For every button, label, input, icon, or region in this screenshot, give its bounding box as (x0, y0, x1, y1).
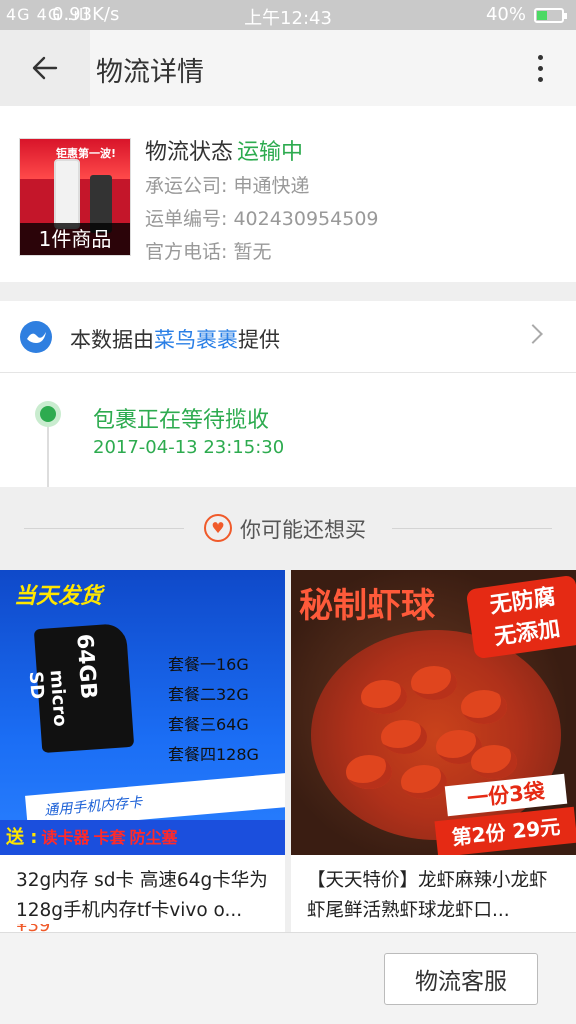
data-provider-row[interactable]: 本数据由菜鸟裹裹提供 (0, 301, 576, 373)
tracking-number-row: 运单编号: 402430954509 (145, 208, 379, 230)
more-vertical-icon (537, 54, 543, 60)
bottom-bar: 物流客服 (0, 932, 576, 1024)
title-bar: 物流详情 (0, 30, 576, 106)
divider (24, 528, 184, 529)
official-phone-row: 官方电话: 暂无 (145, 241, 272, 263)
status-value: 运输中 (237, 140, 304, 165)
item-count-badge: 1件商品 (20, 223, 130, 255)
status-row: 物流状态 运输中 (145, 134, 379, 170)
timeline-dot-icon (35, 401, 61, 427)
divider (392, 528, 552, 529)
timeline-line (47, 419, 49, 487)
back-button[interactable] (0, 30, 90, 106)
battery-icon (534, 8, 567, 23)
recommend-header: ♥ 你可能还想买 (0, 500, 576, 556)
package-info: 物流状态 运输中 承运公司: 申通快递 运单编号: 402430954509 官方… (145, 134, 379, 269)
product-image[interactable]: 当天发货 64GB micro SD 套餐一16G 套餐二32G 套餐三64G … (0, 570, 285, 855)
chevron-right-icon (523, 324, 543, 344)
package-card: 钜惠第一波! 1件商品 物流状态 运输中 承运公司: 申通快递 运单编号: 402… (0, 106, 576, 282)
product-card[interactable]: 当天发货 64GB micro SD 套餐一16G 套餐二32G 套餐三64G … (0, 570, 285, 932)
battery-level (537, 11, 548, 20)
cainiao-logo-icon (20, 321, 52, 353)
battery-percent: 40% (485, 4, 526, 25)
heart-icon: ♥ (204, 514, 232, 542)
status-bar: 4G 4G .ıll 0.93K/s 上午12:43 40% (0, 0, 576, 30)
carrier-row: 承运公司: 申通快递 (145, 175, 310, 197)
status-label: 物流状态 (145, 140, 234, 165)
product-name: 32g内存 sd卡 高速64g卡华为128g手机内存tf卡vivo o... (16, 870, 268, 921)
recommend-heading: 你可能还想买 (240, 518, 366, 542)
sd-card-graphic: 64GB micro SD (25, 622, 135, 754)
page-title: 物流详情 (96, 57, 204, 88)
product-card[interactable]: 秘制虾球 无防腐 无添加 一份3袋 第2份 29元 【天天特价】龙虾麻辣小龙虾虾… (291, 570, 576, 932)
product-image[interactable]: 秘制虾球 无防腐 无添加 一份3袋 第2份 29元 (291, 570, 576, 855)
more-button[interactable] (522, 50, 558, 86)
logistics-service-button[interactable]: 物流客服 (384, 953, 538, 1005)
cainiao-link[interactable]: 菜鸟裹裹 (154, 328, 238, 352)
spec-list: 套餐一16G 套餐二32G 套餐三64G 套餐四128G (168, 655, 259, 764)
product-thumbnail[interactable]: 钜惠第一波! 1件商品 (19, 138, 131, 256)
product-price: ¥39 (16, 924, 56, 932)
back-arrow-icon (32, 56, 58, 80)
provider-text: 本数据由菜鸟裹裹提供 (70, 328, 280, 352)
timeline-event-text: 包裹正在等待揽收 (93, 408, 270, 433)
product-name: 【天天特价】龙虾麻辣小龙虾虾尾鲜活熟虾球龙虾口... (307, 870, 548, 921)
tracking-timeline: 包裹正在等待揽收 2017-04-13 23:15:30 (0, 373, 576, 487)
timeline-event-time: 2017-04-13 23:15:30 (93, 437, 285, 458)
